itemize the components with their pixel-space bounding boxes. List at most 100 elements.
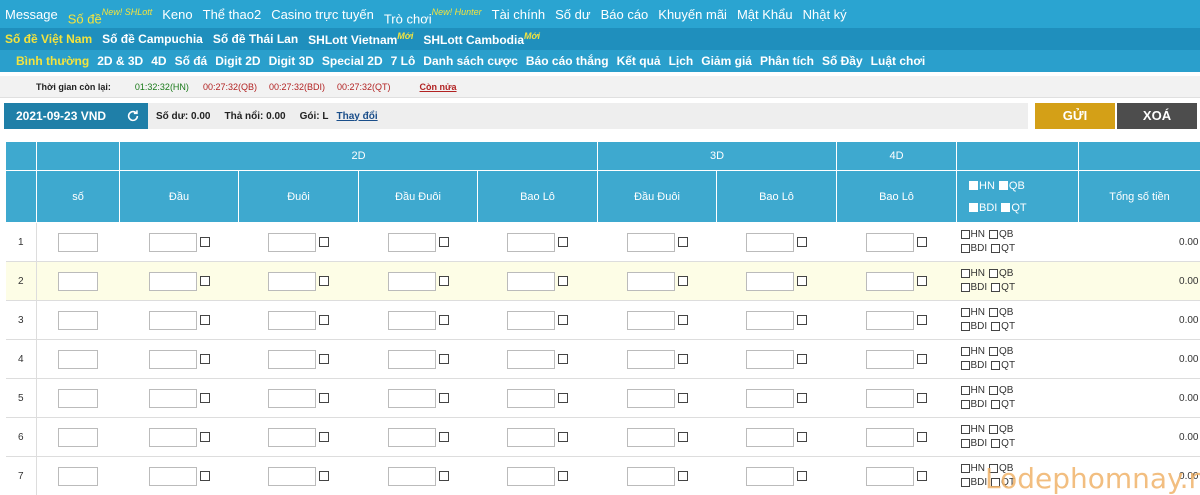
dau-duoi-2d-checkbox[interactable] (438, 354, 449, 364)
duoi-amount-input[interactable] (268, 310, 316, 330)
duoi-amount-input[interactable] (268, 388, 316, 408)
hn-checkbox[interactable] (960, 307, 970, 317)
date-selector[interactable]: 2021-09-23 VND (4, 103, 148, 129)
duoi-checkbox[interactable] (319, 393, 329, 403)
topnav-item-0[interactable]: Message (0, 0, 63, 30)
qt-checkbox[interactable] (991, 438, 1001, 448)
bao-lo-4d-checkbox[interactable] (917, 276, 927, 286)
bdi-all-checkbox[interactable] (969, 203, 978, 213)
dau-duoi-2d-amount-input[interactable] (387, 388, 436, 408)
duoi-amount-input[interactable] (268, 271, 316, 291)
dau-duoi-2d-amount-input[interactable] (387, 310, 436, 330)
bet-mode-tab-0[interactable]: Bình thường (0, 54, 93, 68)
bao-lo-2d-amount-input[interactable] (507, 427, 555, 447)
bao-lo-4d-checkbox[interactable] (917, 354, 927, 364)
hn-checkbox[interactable] (960, 385, 970, 395)
dau-duoi-2d-checkbox[interactable] (438, 471, 449, 481)
bao-lo-4d-amount-input[interactable] (866, 427, 914, 447)
bdi-checkbox[interactable] (960, 282, 970, 292)
dau-duoi-2d-checkbox[interactable] (438, 432, 449, 442)
dau-duoi-2d-amount-input[interactable] (387, 271, 436, 291)
bao-lo-4d-checkbox[interactable] (917, 432, 927, 442)
duoi-checkbox[interactable] (319, 315, 329, 325)
qt-checkbox[interactable] (991, 360, 1001, 370)
bao-lo-3d-amount-input[interactable] (746, 232, 794, 252)
bao-lo-3d-checkbox[interactable] (797, 354, 807, 364)
qb-checkbox[interactable] (988, 346, 998, 356)
qb-checkbox[interactable] (988, 229, 998, 239)
topnav-item-9[interactable]: Khuyến mãi (653, 0, 732, 30)
dau-amount-input[interactable] (148, 427, 197, 447)
bao-lo-2d-checkbox[interactable] (558, 393, 568, 403)
bao-lo-3d-checkbox[interactable] (797, 276, 807, 286)
bao-lo-2d-checkbox[interactable] (558, 471, 568, 481)
bao-lo-3d-checkbox[interactable] (797, 471, 807, 481)
bdi-checkbox[interactable] (960, 477, 970, 487)
dau-duoi-2d-checkbox[interactable] (438, 276, 449, 286)
qt-all-checkbox[interactable] (1001, 203, 1011, 213)
bao-lo-4d-checkbox[interactable] (917, 315, 927, 325)
dau-duoi-3d-checkbox[interactable] (677, 471, 688, 481)
bao-lo-2d-amount-input[interactable] (507, 349, 555, 369)
hn-checkbox[interactable] (960, 346, 970, 356)
bao-lo-3d-amount-input[interactable] (746, 466, 794, 486)
number-input[interactable] (58, 271, 99, 291)
topnav-item-8[interactable]: Báo cáo (596, 0, 654, 30)
dau-duoi-3d-amount-input[interactable] (626, 232, 675, 252)
dau-duoi-2d-checkbox[interactable] (438, 237, 449, 247)
dau-amount-input[interactable] (148, 466, 197, 486)
topnav-item-4[interactable]: Casino trực tuyến (266, 0, 379, 30)
bet-mode-tab-3[interactable]: Số đá (171, 54, 212, 68)
lottery-tab-1[interactable]: Số đề Campuchia (97, 32, 208, 46)
delete-button[interactable]: XOÁ (1117, 103, 1197, 129)
duoi-amount-input[interactable] (268, 349, 316, 369)
dau-checkbox[interactable] (199, 432, 210, 442)
dau-amount-input[interactable] (148, 388, 197, 408)
dau-duoi-3d-amount-input[interactable] (626, 427, 675, 447)
bao-lo-3d-amount-input[interactable] (746, 349, 794, 369)
bao-lo-2d-checkbox[interactable] (558, 315, 568, 325)
dau-duoi-2d-checkbox[interactable] (438, 315, 449, 325)
hn-checkbox[interactable] (960, 463, 970, 473)
dau-amount-input[interactable] (148, 232, 197, 252)
bdi-checkbox[interactable] (960, 438, 970, 448)
topnav-item-5[interactable]: Trò chơiNew! Hunter (379, 0, 487, 30)
change-package-link[interactable]: Thay đổi (337, 111, 378, 122)
bet-mode-tab-1[interactable]: 2D & 3D (93, 54, 147, 68)
bao-lo-2d-amount-input[interactable] (507, 271, 555, 291)
dau-duoi-3d-amount-input[interactable] (626, 349, 675, 369)
number-input[interactable] (58, 388, 99, 408)
bao-lo-4d-checkbox[interactable] (917, 237, 927, 247)
hn-all-checkbox[interactable] (969, 181, 978, 191)
lottery-tab-3[interactable]: SHLott VietnamMới (303, 31, 418, 47)
qb-all-checkbox[interactable] (998, 181, 1008, 191)
bao-lo-2d-amount-input[interactable] (507, 310, 555, 330)
bet-mode-tab-8[interactable]: Danh sách cược (419, 54, 522, 68)
topnav-item-1[interactable]: Số đềNew! SHLott (63, 0, 158, 30)
number-input[interactable] (58, 466, 99, 486)
dau-duoi-3d-amount-input[interactable] (626, 388, 675, 408)
dau-amount-input[interactable] (148, 349, 197, 369)
qb-checkbox[interactable] (988, 424, 998, 434)
dau-duoi-2d-amount-input[interactable] (387, 232, 436, 252)
bao-lo-2d-checkbox[interactable] (558, 276, 568, 286)
bao-lo-3d-checkbox[interactable] (797, 432, 807, 442)
hn-checkbox[interactable] (960, 268, 970, 278)
bao-lo-4d-checkbox[interactable] (917, 393, 927, 403)
bao-lo-2d-amount-input[interactable] (507, 466, 555, 486)
dau-duoi-3d-checkbox[interactable] (677, 276, 688, 286)
bet-mode-tab-9[interactable]: Báo cáo thắng (522, 54, 613, 68)
hn-checkbox[interactable] (960, 229, 970, 239)
bao-lo-4d-amount-input[interactable] (866, 271, 914, 291)
bet-mode-tab-5[interactable]: Digit 3D (265, 54, 318, 68)
bao-lo-4d-amount-input[interactable] (866, 466, 914, 486)
dau-duoi-2d-checkbox[interactable] (438, 393, 449, 403)
bao-lo-2d-checkbox[interactable] (558, 354, 568, 364)
bao-lo-2d-checkbox[interactable] (558, 237, 568, 247)
duoi-checkbox[interactable] (319, 471, 329, 481)
bet-mode-tab-4[interactable]: Digit 2D (211, 54, 264, 68)
bet-mode-tab-15[interactable]: Luật chơi (867, 54, 930, 68)
lottery-tab-4[interactable]: SHLott CambodiaMới (418, 31, 545, 47)
qt-checkbox[interactable] (991, 243, 1001, 253)
dau-checkbox[interactable] (199, 276, 210, 286)
